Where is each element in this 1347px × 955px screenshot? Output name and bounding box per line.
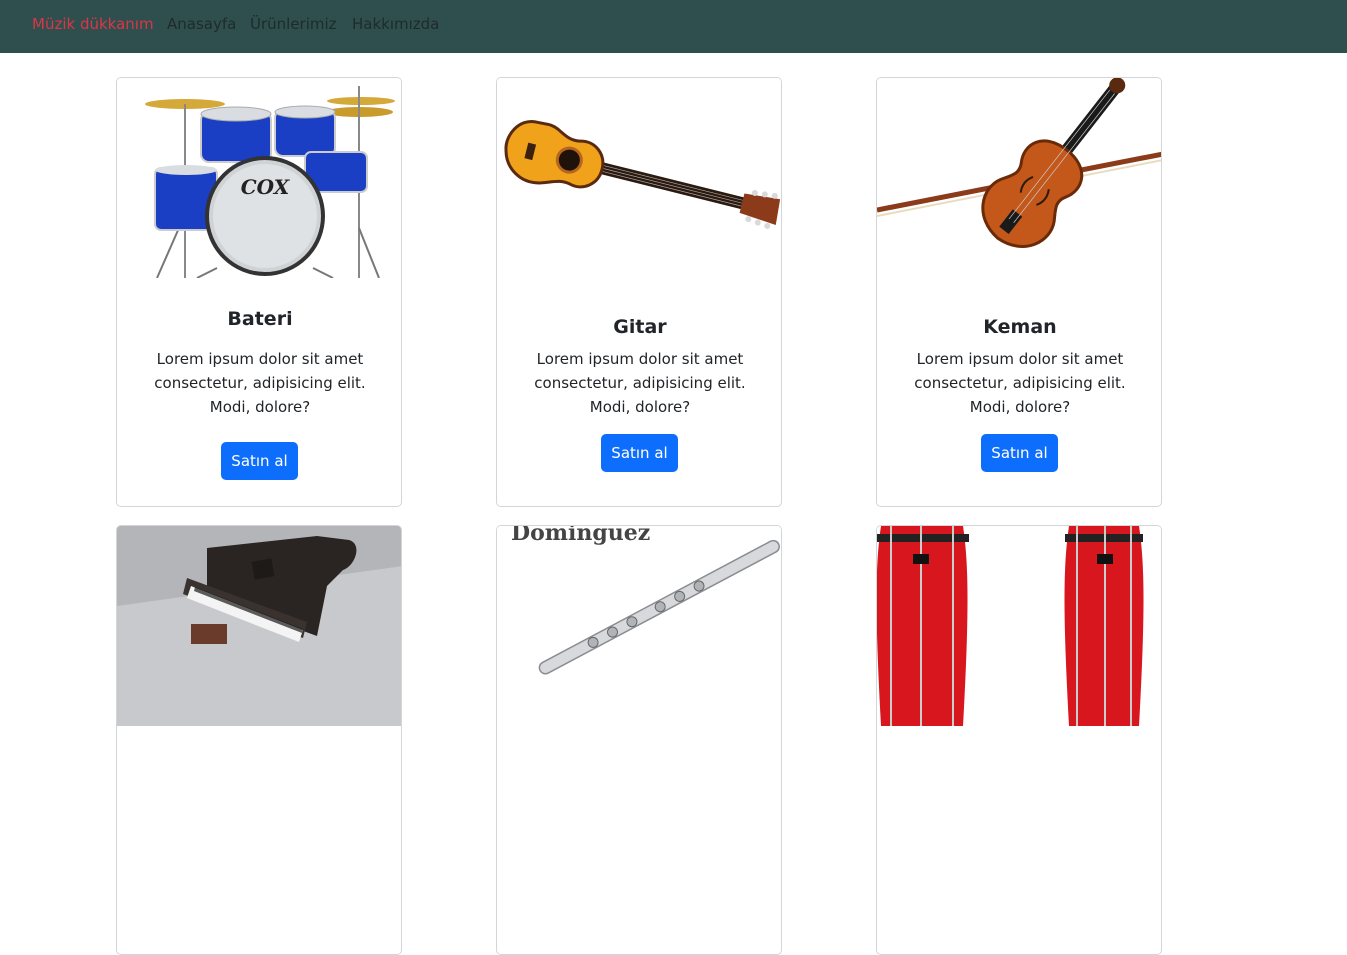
buy-button-bateri[interactable]: Satın al (221, 442, 298, 480)
nav-link-hakkimizda[interactable]: Hakkımızda (352, 15, 439, 33)
product-card-piano (116, 525, 402, 955)
brand-link[interactable]: Müzik dükkanım (32, 15, 154, 33)
product-card-gitar: Gitar Lorem ipsum dolor sit amet consect… (496, 77, 782, 507)
conga-image (877, 526, 1161, 726)
buy-button-keman[interactable]: Satın al (981, 434, 1058, 472)
navbar: Müzik dükkanım Anasayfa Ürünlerimiz Hakk… (0, 0, 1347, 53)
card-text-keman: Lorem ipsum dolor sit amet consectetur, … (914, 350, 1126, 416)
drum-kit-image: COX (117, 78, 401, 278)
product-card-keman: Keman Lorem ipsum dolor sit amet consect… (876, 77, 1162, 507)
drum-brand-text: COX (241, 175, 291, 199)
card-title-keman: Keman (983, 316, 1057, 338)
buy-button-gitar[interactable]: Satın al (601, 434, 678, 472)
guitar-image (497, 78, 781, 278)
violin-image (877, 78, 1161, 278)
product-card-bateri: COX Bateri Lorem ipsum dolor sit amet co… (116, 77, 402, 507)
product-card-conga (876, 525, 1162, 955)
piano-image (117, 526, 401, 726)
card-title-bateri: Bateri (227, 308, 293, 330)
flute-image: Dominguez (497, 526, 781, 726)
product-card-flute: Dominguez (496, 525, 782, 955)
flute-brand-text: Dominguez (511, 526, 650, 546)
nav-link-urunlerimiz[interactable]: Ürünlerimiz (250, 15, 337, 33)
card-text-gitar: Lorem ipsum dolor sit amet consectetur, … (534, 350, 746, 416)
card-text-bateri: Lorem ipsum dolor sit amet consectetur, … (154, 350, 366, 416)
card-title-gitar: Gitar (613, 316, 667, 338)
nav-link-anasayfa[interactable]: Anasayfa (167, 15, 236, 33)
